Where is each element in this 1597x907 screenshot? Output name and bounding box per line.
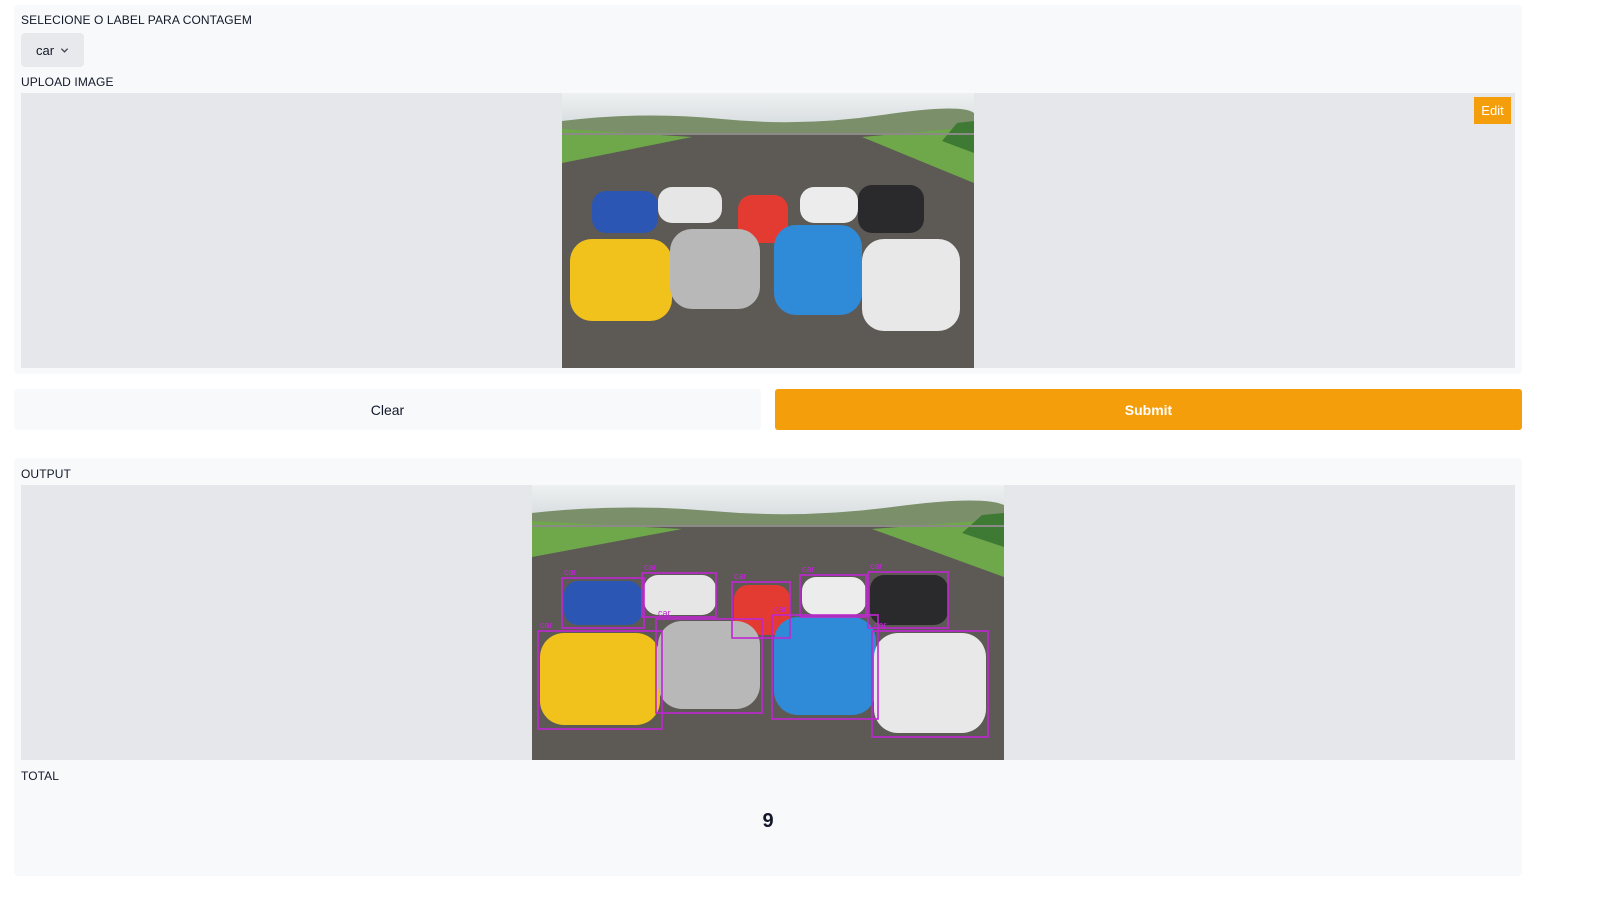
chevron-down-icon bbox=[60, 47, 69, 53]
total-count: 9 bbox=[762, 810, 774, 832]
detection-label: car bbox=[540, 620, 553, 630]
input-image bbox=[562, 93, 974, 368]
detection-label: car bbox=[564, 567, 577, 577]
detection-label: car bbox=[774, 604, 787, 614]
clear-button[interactable]: Clear bbox=[14, 389, 761, 430]
select-label: SELECIONE O LABEL PARA CONTAGEM bbox=[21, 13, 252, 27]
edit-button[interactable]: Edit bbox=[1474, 97, 1511, 124]
label-dropdown[interactable]: car bbox=[21, 33, 84, 67]
upload-image-area[interactable]: Edit bbox=[21, 93, 1515, 368]
output-image-area: car car car car car car car car car bbox=[21, 485, 1515, 760]
output-image: car car car car car car car car car bbox=[532, 485, 1004, 760]
detection-label: car bbox=[734, 571, 747, 581]
output-panel: OUTPUT car car car car car car car car c… bbox=[14, 458, 1522, 876]
upload-label: UPLOAD IMAGE bbox=[21, 75, 114, 89]
detection-label: car bbox=[644, 562, 657, 572]
detection-label: car bbox=[658, 608, 671, 618]
detection-label: car bbox=[874, 620, 887, 630]
dropdown-value: car bbox=[35, 42, 55, 58]
submit-button[interactable]: Submit bbox=[775, 389, 1522, 430]
detection-label: car bbox=[870, 561, 883, 571]
total-label: TOTAL bbox=[21, 769, 60, 783]
detection-label: car bbox=[802, 564, 815, 574]
output-label: OUTPUT bbox=[21, 467, 71, 481]
input-panel: SELECIONE O LABEL PARA CONTAGEM car UPLO… bbox=[14, 5, 1522, 374]
